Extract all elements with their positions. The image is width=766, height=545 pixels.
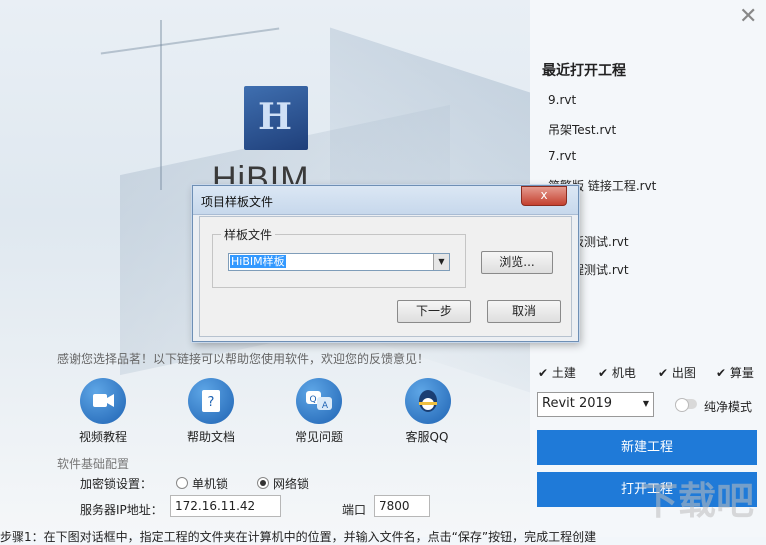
- module-label: 土建: [551, 366, 576, 380]
- chevron-down-icon[interactable]: ▼: [433, 254, 449, 270]
- module-check-drawing[interactable]: ✔ 出图: [658, 364, 696, 381]
- toggle-knob: [675, 398, 689, 412]
- close-icon[interactable]: ✕: [739, 4, 757, 29]
- svg-text:?: ?: [208, 395, 215, 410]
- server-ip-label: 服务器IP地址：: [80, 503, 163, 517]
- recent-project-item[interactable]: 吊架Test.rvt: [548, 121, 616, 138]
- qq-icon[interactable]: [405, 378, 451, 424]
- module-check-quantity[interactable]: ✔ 算量: [716, 364, 754, 381]
- video-icon[interactable]: [80, 378, 126, 424]
- pure-mode-toggle[interactable]: [675, 398, 697, 412]
- module-label: 机电: [611, 366, 636, 380]
- check-icon: ✔: [598, 366, 609, 380]
- module-label: 出图: [671, 366, 696, 380]
- document-icon[interactable]: ?: [188, 378, 234, 424]
- template-combobox[interactable]: HiBIM样板 ▼: [228, 253, 450, 271]
- help-item-label[interactable]: 常见问题: [295, 428, 343, 445]
- dialog-close-button[interactable]: x: [521, 186, 567, 206]
- network-lock-radio[interactable]: [257, 477, 269, 489]
- module-label: 算量: [729, 366, 754, 380]
- help-item-label[interactable]: 视频教程: [79, 428, 127, 445]
- recent-project-item[interactable]: 9.rvt: [548, 93, 576, 107]
- port-label: 端口: [342, 503, 367, 517]
- template-dialog: 项目样板文件 x 样板文件 HiBIM样板 ▼ 浏览... 下一步 取消: [192, 185, 579, 342]
- crane-arm: [100, 27, 280, 55]
- check-icon: ✔: [658, 366, 669, 380]
- help-thanks-text: 感谢您选择品茗！以下链接可以帮助您使用软件，欢迎您的反馈意见！: [57, 352, 430, 366]
- group-label: 样板文件: [221, 226, 276, 243]
- recent-projects-title: 最近打开工程: [542, 63, 626, 79]
- template-groupbox: 样板文件 HiBIM样板 ▼: [212, 226, 466, 288]
- network-lock-label[interactable]: 网络锁: [273, 475, 309, 492]
- help-item-label[interactable]: 客服QQ: [398, 428, 456, 445]
- hibim-logo: H: [244, 86, 308, 150]
- help-item-label[interactable]: 帮助文档: [187, 428, 235, 445]
- server-ip-input[interactable]: 172.16.11.42: [170, 495, 281, 517]
- config-section-title: 软件基础配置: [57, 457, 130, 471]
- single-lock-radio[interactable]: [176, 477, 188, 489]
- dialog-titlebar[interactable]: 项目样板文件 x: [193, 186, 578, 215]
- template-value: HiBIM样板: [230, 255, 286, 268]
- recent-project-item[interactable]: 7.rvt: [548, 149, 576, 163]
- revit-version-value: Revit 2019: [542, 396, 613, 411]
- single-lock-label[interactable]: 单机锁: [192, 475, 228, 492]
- pure-mode-label: 纯净模式: [704, 400, 753, 414]
- module-check-civil[interactable]: ✔ 土建: [538, 364, 576, 381]
- revit-version-select[interactable]: Revit 2019 ▼: [537, 392, 654, 417]
- faq-icon[interactable]: QA: [296, 378, 342, 424]
- svg-text:Q: Q: [309, 395, 316, 405]
- chevron-down-icon: ▼: [642, 399, 649, 408]
- svg-text:A: A: [322, 401, 329, 411]
- check-icon: ✔: [538, 366, 549, 380]
- dialog-title: 项目样板文件: [201, 195, 274, 209]
- port-input[interactable]: 7800: [374, 495, 430, 517]
- cancel-button[interactable]: 取消: [487, 300, 561, 323]
- lock-setting-label: 加密锁设置：: [80, 477, 153, 491]
- check-icon: ✔: [716, 366, 727, 380]
- module-check-mep[interactable]: ✔ 机电: [598, 364, 636, 381]
- new-project-button[interactable]: 新建工程: [537, 430, 757, 465]
- browse-button[interactable]: 浏览...: [481, 251, 553, 274]
- watermark: 下载吧: [640, 481, 755, 523]
- dialog-body: 样板文件 HiBIM样板 ▼ 浏览... 下一步 取消: [199, 216, 572, 337]
- next-button[interactable]: 下一步: [397, 300, 471, 323]
